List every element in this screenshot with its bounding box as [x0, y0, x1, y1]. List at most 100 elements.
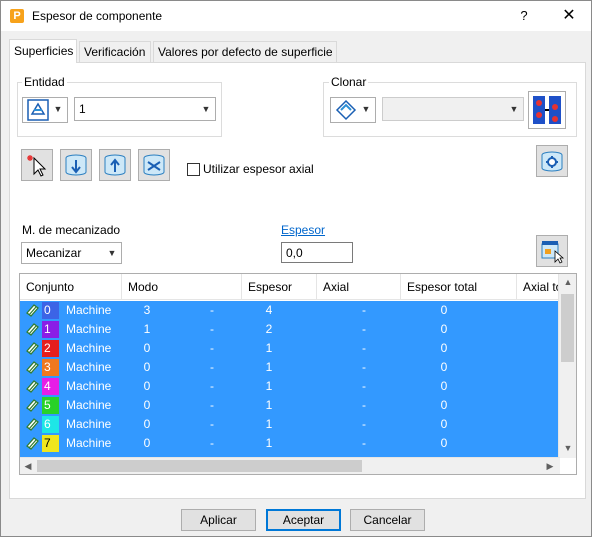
- axial-cell: -: [362, 398, 366, 412]
- column-header-espesor-total[interactable]: Espesor total: [401, 274, 517, 300]
- vertical-scroll-thumb[interactable]: [561, 294, 574, 362]
- axial-cell: -: [362, 379, 366, 393]
- clonar-group-label: Clonar: [329, 75, 369, 89]
- entity-value-dropdown[interactable]: 1 ▼: [74, 97, 216, 121]
- modo-cell: 1: [143, 322, 151, 336]
- move-up-button[interactable]: [99, 149, 131, 181]
- set-mode-cell: Machine: [66, 303, 112, 317]
- column-header-espesor[interactable]: Espesor: [242, 274, 317, 300]
- table-row[interactable]: 5 Machine 0 - 1 - 0: [20, 396, 558, 415]
- scroll-up-icon[interactable]: ▲: [560, 274, 576, 290]
- clone-thickness-icon: [529, 92, 565, 128]
- thickness-tool-icon: [537, 236, 567, 266]
- thickness-input[interactable]: 0,0: [281, 242, 353, 263]
- horizontal-scroll-thumb[interactable]: [37, 460, 362, 472]
- separator-cell: -: [210, 322, 214, 336]
- scroll-down-icon[interactable]: ▼: [560, 440, 576, 456]
- machining-mode-dropdown[interactable]: Mecanizar ▼: [21, 242, 122, 264]
- chevron-down-icon: ▼: [201, 104, 211, 114]
- table-row[interactable]: 6 Machine 0 - 1 - 0: [20, 415, 558, 434]
- set-color-swatch: 1: [42, 321, 59, 338]
- clone-button[interactable]: [528, 91, 566, 129]
- set-color-swatch: 6: [42, 416, 59, 433]
- separator-cell: -: [210, 436, 214, 450]
- set-mode-cell: Machine: [66, 379, 112, 393]
- cylinder-reset-icon: [139, 150, 169, 180]
- chevron-down-icon: ▼: [361, 104, 371, 114]
- pointer-select-icon: [22, 150, 52, 180]
- clone-entity-icon: [331, 98, 361, 122]
- entidad-group-label: Entidad: [22, 75, 67, 89]
- close-button[interactable]: ✕: [556, 3, 582, 29]
- table-row[interactable]: 3 Machine 0 - 1 - 0: [20, 358, 558, 377]
- espesor-cell: 4: [265, 303, 273, 317]
- modo-cell: 0: [143, 417, 151, 431]
- table-row[interactable]: 1 Machine 1 - 2 - 0: [20, 320, 558, 339]
- axial-cell: -: [362, 322, 366, 336]
- set-mode-cell: Machine: [66, 417, 112, 431]
- reset-button[interactable]: [138, 149, 170, 181]
- total-cell: 0: [440, 303, 448, 317]
- table-row[interactable]: 0 Machine 3 - 4 - 0: [20, 301, 558, 320]
- column-header-conjunto[interactable]: Conjunto: [20, 274, 122, 300]
- cancel-button[interactable]: Cancelar: [350, 509, 425, 531]
- espesor-cell: 1: [265, 379, 273, 393]
- separator-cell: -: [210, 303, 214, 317]
- select-surfaces-button[interactable]: [21, 149, 53, 181]
- tab-superficies[interactable]: Superficies: [9, 39, 77, 63]
- thickness-link[interactable]: Espesor: [281, 223, 325, 237]
- axial-cell: -: [362, 341, 366, 355]
- help-button[interactable]: ?: [511, 3, 537, 29]
- component-thickness-apply-button[interactable]: [536, 235, 568, 267]
- surface-entity-icon: [23, 98, 53, 122]
- move-down-button[interactable]: [60, 149, 92, 181]
- scroll-left-icon[interactable]: ◀: [20, 458, 36, 474]
- set-mode-cell: Machine: [66, 341, 112, 355]
- tab-valores-por-defecto[interactable]: Valores por defecto de superficie: [153, 41, 337, 62]
- espesor-cell: 1: [265, 436, 273, 450]
- accept-button[interactable]: Aceptar: [266, 509, 341, 531]
- espesor-cell: 2: [265, 322, 273, 336]
- modo-cell: 0: [143, 379, 151, 393]
- espesor-cell: 1: [265, 341, 273, 355]
- settings-button[interactable]: [536, 145, 568, 177]
- apply-button[interactable]: Aplicar: [181, 509, 256, 531]
- set-color-swatch: 2: [42, 340, 59, 357]
- chevron-down-icon: ▼: [107, 248, 117, 258]
- title-bar: P Espesor de componente ? ✕: [1, 1, 591, 31]
- set-color-swatch: 4: [42, 378, 59, 395]
- modo-cell: 3: [143, 303, 151, 317]
- entity-type-dropdown[interactable]: ▼: [22, 97, 68, 123]
- clone-type-dropdown[interactable]: ▼: [330, 97, 376, 123]
- separator-cell: -: [210, 417, 214, 431]
- column-header-modo[interactable]: Modo: [122, 274, 242, 300]
- set-color-swatch: 7: [42, 435, 59, 452]
- vertical-scrollbar[interactable]: ▲ ▼: [558, 274, 576, 458]
- dialog-window: P Espesor de componente ? ✕ Superficies …: [0, 0, 592, 537]
- set-color-swatch: 0: [42, 302, 59, 319]
- separator-cell: -: [210, 398, 214, 412]
- table-row[interactable]: 2 Machine 0 - 1 - 0: [20, 339, 558, 358]
- modo-cell: 0: [143, 398, 151, 412]
- gear-cylinder-icon: [537, 146, 567, 176]
- total-cell: 0: [440, 322, 448, 336]
- clone-value-dropdown[interactable]: ▼: [382, 97, 524, 121]
- axial-thickness-checkbox[interactable]: [187, 163, 200, 176]
- set-color-swatch: 3: [42, 359, 59, 376]
- horizontal-scrollbar[interactable]: ◀ ▶: [20, 457, 560, 474]
- table-row[interactable]: 7 Machine 0 - 1 - 0: [20, 434, 558, 453]
- tab-verificacion[interactable]: Verificación: [79, 41, 151, 62]
- total-cell: 0: [440, 417, 448, 431]
- column-header-axial[interactable]: Axial: [317, 274, 401, 300]
- total-cell: 0: [440, 379, 448, 393]
- separator-cell: -: [210, 379, 214, 393]
- surface-set-icon: [26, 379, 40, 394]
- axial-cell: -: [362, 303, 366, 317]
- surface-set-icon: [26, 303, 40, 318]
- total-cell: 0: [440, 360, 448, 374]
- scroll-right-icon[interactable]: ▶: [542, 458, 558, 474]
- total-cell: 0: [440, 398, 448, 412]
- table-body: 0 Machine 3-4-0 1 Machine 1-2-0 2 Machine 0-1-0 3…: [20, 301, 558, 459]
- app-icon: P: [10, 9, 24, 23]
- table-row[interactable]: 4 Machine 0 - 1 - 0: [20, 377, 558, 396]
